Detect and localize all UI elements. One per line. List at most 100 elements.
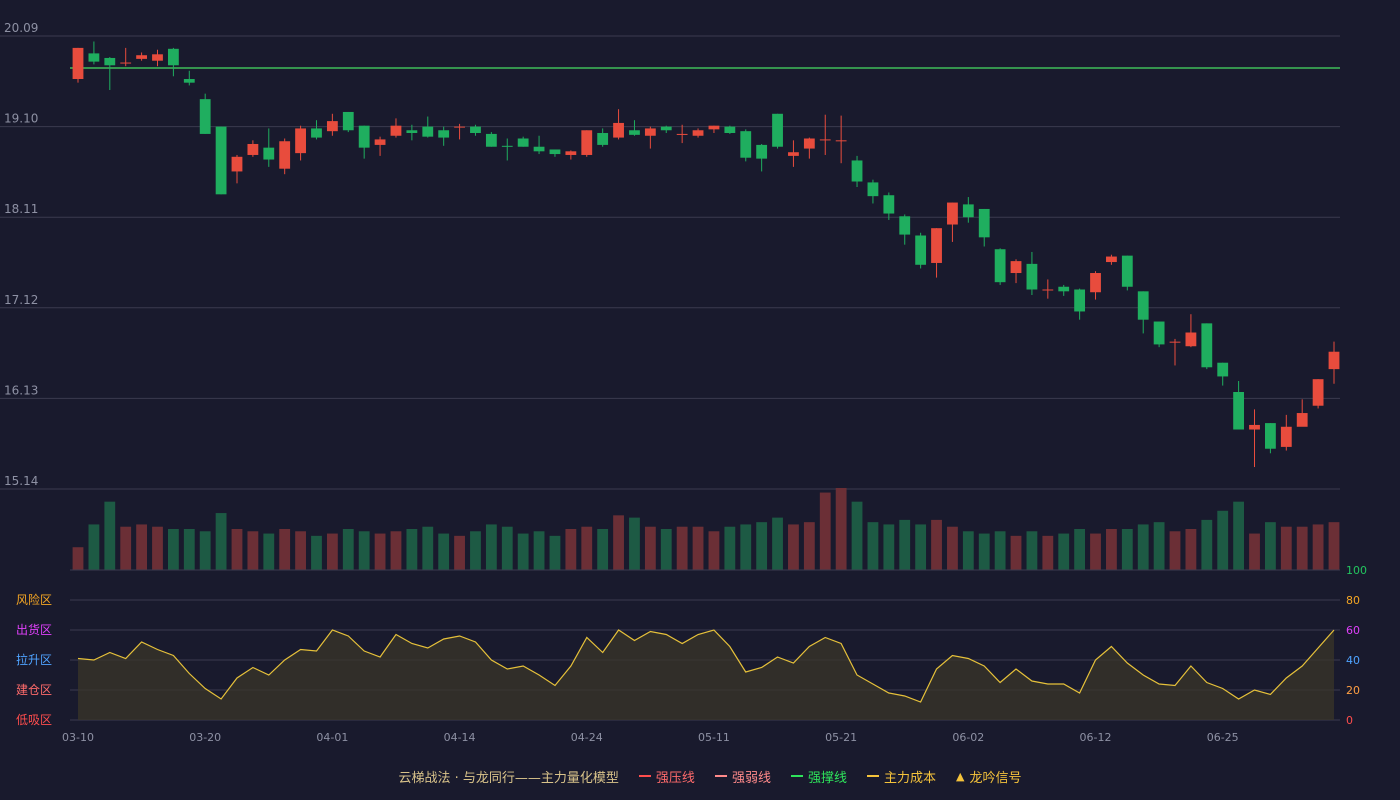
legend-strong-pressure[interactable]: 强压线 bbox=[638, 767, 695, 786]
zone-label: 出货区 bbox=[16, 622, 52, 637]
volume-bar bbox=[819, 492, 831, 570]
candle-body bbox=[295, 128, 306, 154]
volume-bar bbox=[867, 522, 879, 570]
legend-dragon-signal[interactable]: ▲ 龙吟信号 bbox=[956, 767, 1021, 786]
x-tick-label: 05-11 bbox=[698, 731, 730, 744]
volume-bar bbox=[597, 529, 609, 570]
volume-bar bbox=[1233, 501, 1245, 570]
x-tick-label: 06-12 bbox=[1080, 731, 1112, 744]
volume-bar bbox=[406, 529, 418, 570]
volume-bar bbox=[692, 526, 704, 570]
volume-bar bbox=[899, 519, 911, 570]
legend-support[interactable]: 强撑线 bbox=[790, 767, 847, 786]
legend-swatch-icon bbox=[866, 775, 879, 777]
candle-body bbox=[1090, 273, 1101, 293]
candle-body bbox=[517, 138, 529, 147]
price-tick-label: 15.14 bbox=[4, 474, 38, 488]
volume-bar bbox=[581, 526, 593, 570]
volume-bar bbox=[629, 517, 640, 570]
candle-body bbox=[978, 208, 990, 238]
candle-body bbox=[167, 48, 179, 66]
candle-body bbox=[1042, 289, 1054, 291]
volume-bar bbox=[1280, 526, 1292, 570]
candle-body bbox=[581, 130, 593, 155]
volume-bar bbox=[1137, 524, 1149, 570]
volume-bar bbox=[311, 535, 322, 570]
candle-body bbox=[692, 130, 704, 136]
candle-body bbox=[501, 145, 513, 147]
volume-bar bbox=[358, 531, 370, 570]
volume-bar bbox=[1217, 510, 1229, 570]
candle-body bbox=[1296, 413, 1308, 427]
volume-bar bbox=[1264, 522, 1276, 570]
price-tick-label: 17.12 bbox=[4, 293, 38, 307]
candle-body bbox=[199, 99, 211, 134]
x-tick-label: 04-01 bbox=[316, 731, 348, 744]
volume-bar bbox=[1106, 529, 1117, 570]
volume-bar bbox=[517, 533, 529, 570]
candle-body bbox=[104, 57, 116, 66]
candle-body bbox=[565, 151, 577, 155]
candle-body bbox=[406, 130, 418, 134]
volume-bar bbox=[295, 531, 306, 570]
candle-body bbox=[247, 143, 259, 155]
candle-body bbox=[279, 141, 291, 169]
candle-body bbox=[342, 111, 354, 131]
candle-body bbox=[263, 147, 275, 160]
volume-bar bbox=[263, 533, 275, 570]
candle-body bbox=[183, 79, 195, 83]
volume-bar bbox=[660, 529, 672, 570]
legend-label: 强弱线 bbox=[731, 770, 771, 786]
volume-bar bbox=[740, 524, 752, 570]
candle-body bbox=[1185, 332, 1197, 347]
volume-bar bbox=[803, 522, 815, 570]
candle-body bbox=[533, 146, 545, 152]
volume-bar bbox=[1058, 533, 1070, 570]
candle-body bbox=[1201, 323, 1213, 368]
candle-body bbox=[1026, 263, 1038, 290]
volume-bar bbox=[994, 531, 1006, 570]
volume-bar bbox=[1312, 524, 1324, 570]
candle-body bbox=[788, 152, 799, 156]
volume-bar bbox=[772, 517, 783, 570]
volume-bar bbox=[104, 501, 116, 570]
candle-body bbox=[1153, 321, 1165, 345]
indicator-tick-label: 40 bbox=[1346, 654, 1360, 667]
legend-strength[interactable]: 强弱线 bbox=[714, 767, 771, 786]
x-tick-label: 03-10 bbox=[62, 731, 94, 744]
candle-body bbox=[152, 54, 163, 61]
x-tick-label: 06-25 bbox=[1207, 731, 1239, 744]
candle-body bbox=[819, 139, 831, 141]
x-tick-label: 04-14 bbox=[444, 731, 476, 744]
candle-body bbox=[88, 53, 100, 62]
indicator-tick-label: 60 bbox=[1346, 624, 1360, 637]
candle-body bbox=[485, 133, 497, 147]
candle-body bbox=[470, 126, 481, 134]
candle-body bbox=[358, 125, 370, 148]
price-tick-label: 16.13 bbox=[4, 383, 38, 397]
candle-body bbox=[724, 126, 736, 134]
candle-body bbox=[1121, 255, 1133, 287]
candle-body bbox=[867, 182, 879, 197]
volume-bar bbox=[788, 524, 799, 570]
legend-swatch-icon bbox=[638, 775, 651, 777]
candle-body bbox=[120, 62, 132, 64]
volume-bar bbox=[501, 526, 513, 570]
volume-bar bbox=[167, 529, 179, 570]
candle-body bbox=[1074, 289, 1086, 312]
volume-bar bbox=[978, 533, 990, 570]
volume-bar bbox=[1296, 526, 1308, 570]
volume-bar bbox=[247, 531, 259, 570]
volume-bar bbox=[1185, 529, 1197, 570]
legend-main-cost[interactable]: 主力成本 bbox=[866, 767, 936, 786]
candle-body bbox=[915, 235, 927, 265]
volume-bar bbox=[1249, 533, 1260, 570]
candle-body bbox=[549, 149, 561, 155]
volume-bar bbox=[565, 529, 577, 570]
volume-bar bbox=[851, 501, 863, 570]
volume-bar bbox=[1010, 535, 1022, 570]
volume-bar bbox=[485, 524, 497, 570]
candle-body bbox=[803, 138, 815, 149]
volume-bar bbox=[613, 515, 624, 570]
zone-label: 建仓区 bbox=[16, 683, 52, 697]
